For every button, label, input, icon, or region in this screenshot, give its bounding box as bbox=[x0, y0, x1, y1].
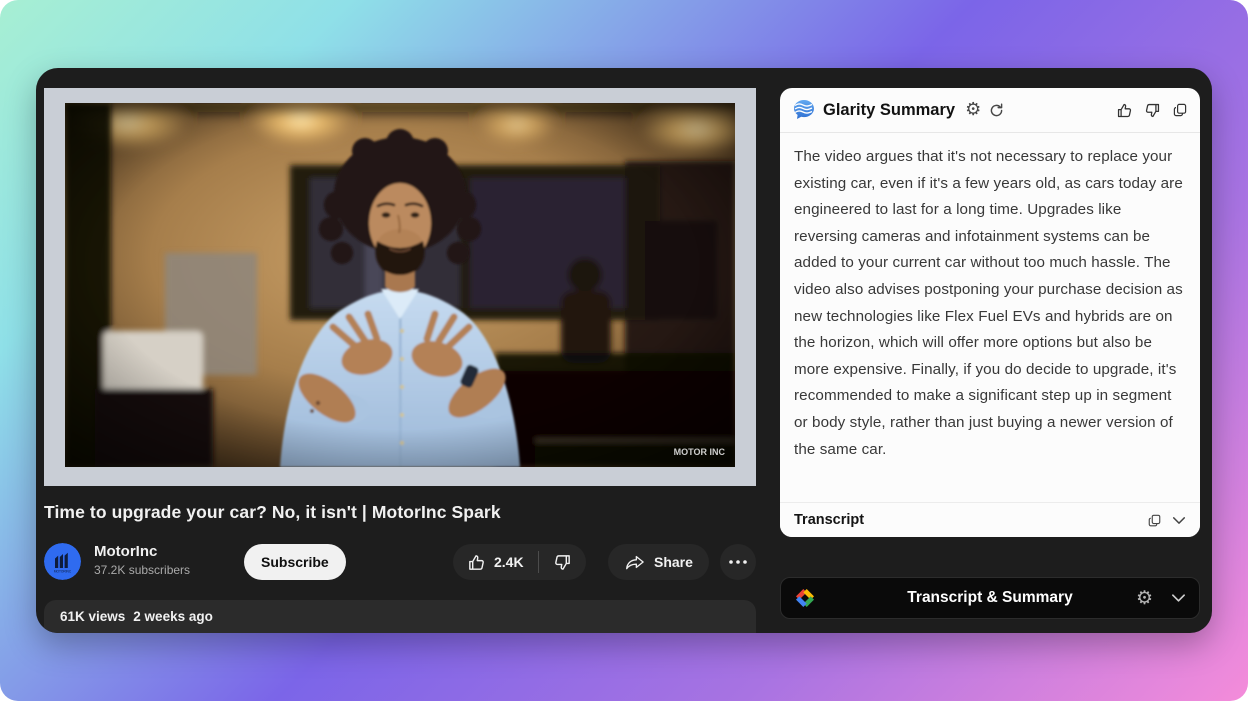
video-player[interactable]: MOTOR INC bbox=[44, 88, 756, 486]
share-label: Share bbox=[654, 554, 693, 570]
like-count: 2.4K bbox=[494, 554, 524, 570]
share-arrow-icon bbox=[624, 553, 646, 571]
summary-header: Glarity Summary ⚙ bbox=[780, 88, 1200, 133]
extension-collapse-chevron-icon[interactable] bbox=[1171, 593, 1186, 603]
glarity-logo-icon bbox=[792, 98, 816, 122]
transcript-row[interactable]: Transcript bbox=[780, 502, 1200, 537]
upload-date: 2 weeks ago bbox=[133, 609, 213, 624]
summary-text: The video argues that it's not necessary… bbox=[780, 133, 1200, 463]
browser-window: MOTOR INC Time to upgrade your car? No, … bbox=[36, 68, 1212, 633]
extension-diamond-icon bbox=[794, 587, 816, 609]
video-title: Time to upgrade your car? No, it isn't |… bbox=[44, 502, 756, 523]
summary-copy-icon[interactable] bbox=[1172, 102, 1188, 118]
more-actions-button[interactable] bbox=[720, 544, 756, 580]
page-background: MOTOR INC Time to upgrade your car? No, … bbox=[0, 0, 1248, 701]
summary-thumb-down-icon[interactable] bbox=[1144, 102, 1161, 119]
thumb-up-icon bbox=[467, 553, 486, 572]
share-button[interactable]: Share bbox=[608, 544, 709, 580]
description-box[interactable]: 61K views 2 weeks ago bbox=[44, 600, 756, 633]
transcript-copy-icon[interactable] bbox=[1147, 513, 1162, 528]
ellipsis-icon bbox=[729, 560, 747, 564]
video-watermark: MOTOR INC bbox=[674, 447, 726, 457]
channel-row: MOTORINC MotorInc 37.2K subscribers Subs… bbox=[44, 540, 756, 584]
thumb-down-icon bbox=[553, 553, 572, 572]
dislike-button[interactable] bbox=[539, 544, 586, 580]
video-still: MOTOR INC bbox=[65, 103, 735, 467]
like-button[interactable]: 2.4K bbox=[453, 544, 538, 580]
view-count: 61K views bbox=[60, 609, 125, 624]
channel-subscribers: 37.2K subscribers bbox=[94, 563, 190, 577]
summary-refresh-icon[interactable] bbox=[988, 102, 1005, 119]
transcript-summary-bar[interactable]: Transcript & Summary ⚙ bbox=[780, 577, 1200, 619]
glarity-summary-panel: Glarity Summary ⚙ bbox=[780, 88, 1200, 537]
like-dislike-group: 2.4K bbox=[453, 544, 586, 580]
channel-name[interactable]: MotorInc bbox=[94, 543, 190, 560]
transcript-expand-chevron-icon[interactable] bbox=[1172, 516, 1186, 525]
subscribe-button[interactable]: Subscribe bbox=[244, 544, 346, 580]
summary-settings-gear-icon[interactable]: ⚙ bbox=[965, 101, 981, 119]
summary-thumb-up-icon[interactable] bbox=[1116, 102, 1133, 119]
extension-settings-gear-icon[interactable]: ⚙ bbox=[1136, 587, 1153, 610]
transcript-label: Transcript bbox=[794, 512, 864, 528]
summary-panel-title: Glarity Summary bbox=[823, 101, 955, 120]
channel-avatar[interactable]: MOTORINC bbox=[44, 543, 81, 580]
avatar-caption: MOTORINC bbox=[54, 570, 72, 574]
